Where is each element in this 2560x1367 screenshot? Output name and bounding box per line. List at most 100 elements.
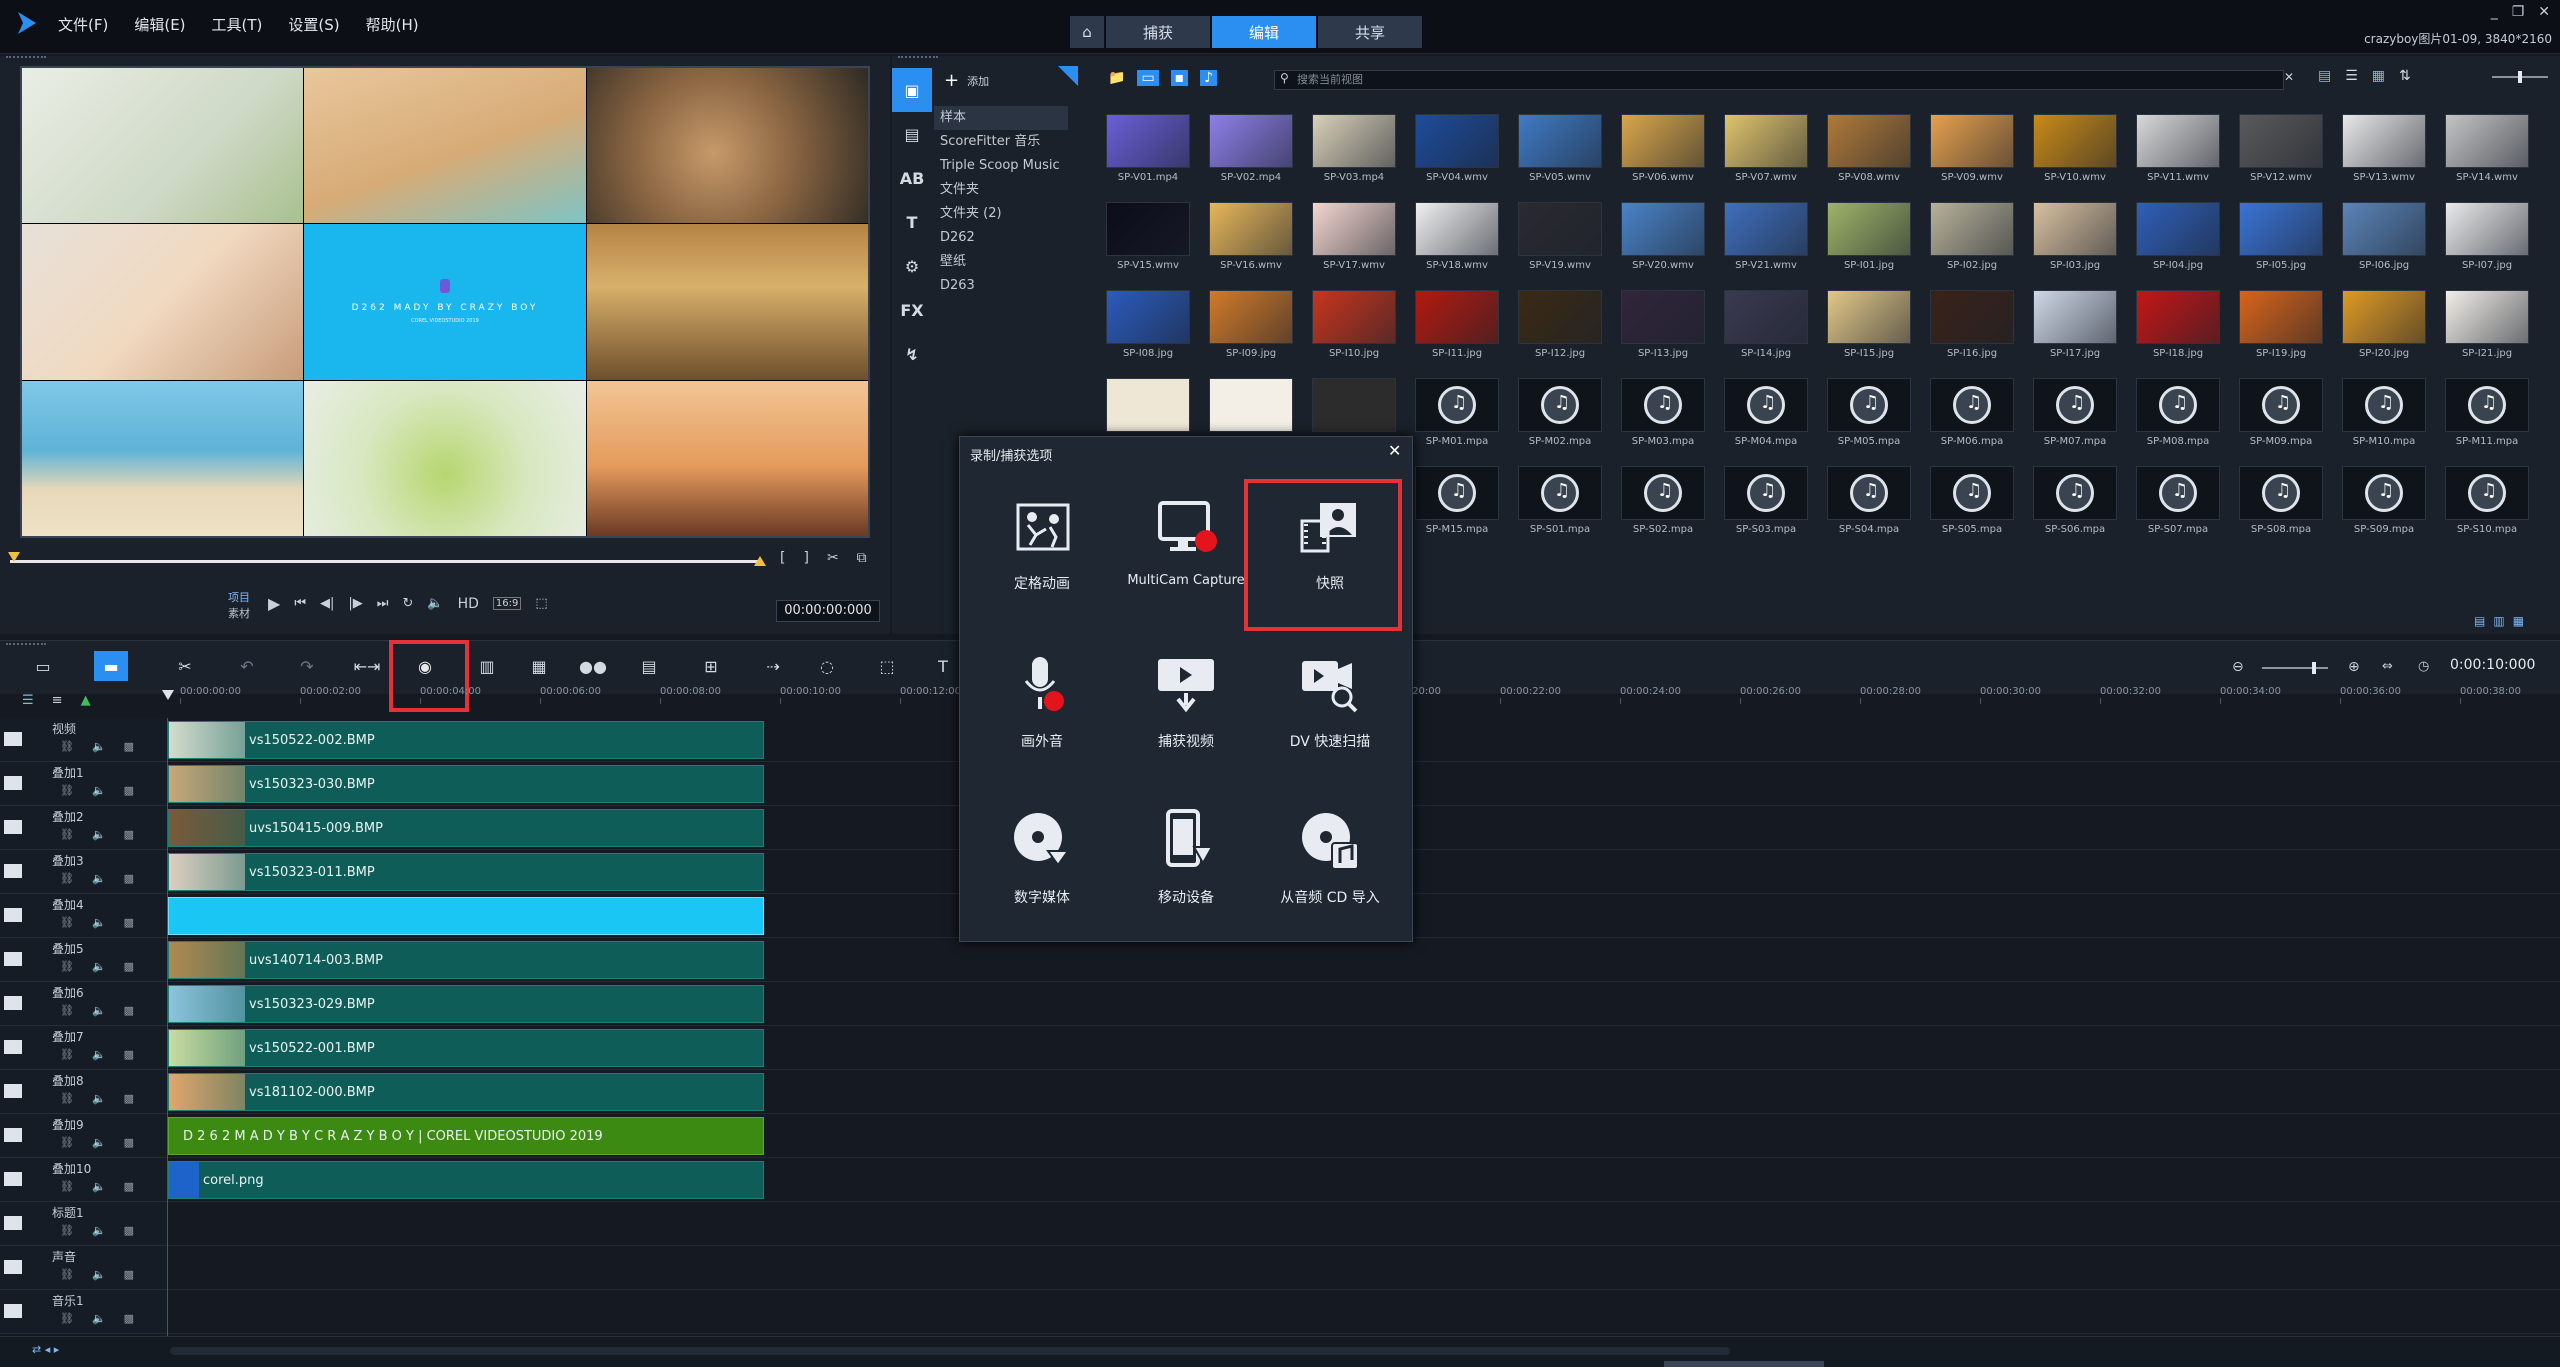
link-icon[interactable]: ⛓ (60, 740, 74, 753)
repeat-icon[interactable]: ↻ (403, 596, 414, 611)
media-thumbnail[interactable]: SP-M11.mpa (2439, 378, 2535, 460)
menu-help[interactable]: 帮助(H) (366, 14, 419, 35)
link-icon[interactable]: ⛓ (60, 1048, 74, 1061)
zoom-slider[interactable] (2262, 662, 2328, 674)
mute-icon[interactable]: 🔈 (92, 872, 106, 885)
track-lane[interactable]: vs150522-001.BMP (168, 1026, 2560, 1070)
link-icon[interactable]: ⛓ (60, 960, 74, 973)
link-icon[interactable]: ⛓ (60, 1268, 74, 1281)
details-view-icon[interactable]: ▦ (2372, 68, 2385, 84)
track-type-icon[interactable] (4, 864, 22, 878)
track-type-icon[interactable] (4, 952, 22, 966)
next-frame-icon[interactable]: |▶ (348, 596, 362, 611)
import-folder-icon[interactable]: 📁 (1108, 70, 1125, 86)
media-thumbnail[interactable]: SP-V10.wmv (2027, 114, 2123, 196)
media-thumbnail[interactable]: SP-M10.mpa (2336, 378, 2432, 460)
mute-icon[interactable]: 🔈 (92, 1312, 106, 1325)
ripple-icon[interactable]: ▩ (124, 872, 134, 885)
folder-item[interactable]: ScoreFitter 音乐 (934, 130, 1068, 154)
ripple-icon[interactable]: ▩ (124, 916, 134, 929)
mute-icon[interactable]: 🔈 (92, 740, 106, 753)
mute-icon[interactable]: 🔈 (92, 1224, 106, 1237)
digital-media-option[interactable]: 数字媒体 (972, 785, 1112, 935)
track-type-icon[interactable] (4, 776, 22, 790)
media-thumbnail[interactable]: SP-I18.jpg (2130, 290, 2226, 372)
track-header[interactable]: 叠加6 ⛓ 🔈 ▩ (0, 982, 168, 1026)
media-thumbnail[interactable]: SP-V08.wmv (1821, 114, 1917, 196)
media-thumbnail[interactable]: SP-V09.wmv (1924, 114, 2020, 196)
track-lane[interactable] (168, 1246, 2560, 1290)
track-header[interactable]: 叠加10 ⛓ 🔈 ▩ (0, 1158, 168, 1202)
ripple-icon[interactable]: ▩ (124, 1092, 134, 1105)
chapter-icon[interactable]: ≡ (52, 693, 63, 708)
ripple-icon[interactable]: ▩ (124, 960, 134, 973)
timeline-clip[interactable]: D 2 6 2 M A D Y B Y C R A Z Y B O Y | CO… (168, 1117, 764, 1155)
link-icon[interactable]: ⛓ (60, 916, 74, 929)
ripple-edit-icon[interactable]: ▲ (81, 693, 91, 708)
media-thumbnail[interactable]: SP-I08.jpg (1100, 290, 1196, 372)
dv-quick-scan-option[interactable]: DV 快速扫描 (1260, 629, 1400, 779)
media-thumbnail[interactable]: SP-S08.mpa (2233, 466, 2329, 548)
track-header[interactable]: 叠加1 ⛓ 🔈 ▩ (0, 762, 168, 806)
maximize-icon[interactable]: ❐ (2512, 4, 2525, 20)
track-header[interactable]: 标题1 ⛓ 🔈 ▩ (0, 1202, 168, 1246)
track-header[interactable]: 叠加3 ⛓ 🔈 ▩ (0, 850, 168, 894)
media-thumbnail[interactable] (1718, 554, 1814, 636)
filter-icon[interactable]: FX (892, 288, 932, 332)
media-thumbnail[interactable]: SP-I01.jpg (1821, 202, 1917, 284)
track-header[interactable]: 声音 ⛓ 🔈 ▩ (0, 1246, 168, 1290)
timecode-field[interactable]: 00:00:00:000 (776, 600, 880, 622)
ripple-icon[interactable]: ▩ (124, 828, 134, 841)
mute-icon[interactable]: 🔈 (92, 916, 106, 929)
thumbnail-view-icon[interactable]: ▤ (2318, 68, 2331, 84)
media-thumbnail[interactable]: SP-S06.mpa (2027, 466, 2123, 548)
link-icon[interactable]: ⛓ (60, 1004, 74, 1017)
media-thumbnail[interactable]: SP-V02.mp4 (1203, 114, 1299, 196)
track-type-icon[interactable] (4, 1260, 22, 1274)
pin-icon[interactable] (1058, 66, 1078, 86)
timeline-playhead[interactable] (162, 690, 174, 700)
tab-edit[interactable]: 编辑 (1212, 16, 1316, 48)
folder-item[interactable]: 样本 (934, 106, 1068, 130)
media-thumbnail[interactable]: SP-I06.jpg (2336, 202, 2432, 284)
track-header[interactable]: 叠加9 ⛓ 🔈 ▩ (0, 1114, 168, 1158)
timeline-scrollbar[interactable] (170, 1347, 1730, 1355)
add-icon[interactable]: + (944, 70, 959, 91)
media-thumbnail[interactable] (2027, 554, 2123, 636)
media-thumbnail[interactable]: SP-S10.mpa (2439, 466, 2535, 548)
track-lane[interactable]: vs181102-000.BMP (168, 1070, 2560, 1114)
link-icon[interactable]: ⛓ (60, 784, 74, 797)
search-input[interactable]: 搜索当前视图 (1274, 70, 2284, 90)
track-type-icon[interactable] (4, 1172, 22, 1186)
instant-project-icon[interactable]: ▤ (892, 112, 932, 156)
close-window-icon[interactable]: ✕ (2538, 4, 2550, 20)
zoom-in-icon[interactable]: ⊕ (2348, 659, 2360, 675)
track-header[interactable]: 叠加8 ⛓ 🔈 ▩ (0, 1070, 168, 1114)
media-thumbnail[interactable]: SP-I04.jpg (2130, 202, 2226, 284)
list-view-icon[interactable]: ☰ (2345, 68, 2358, 84)
storyboard-view-icon[interactable]: ▭ (26, 651, 60, 681)
link-icon[interactable]: ⛓ (60, 1092, 74, 1105)
media-thumbnail[interactable] (1409, 554, 1505, 636)
horizontal-scroll-thumb[interactable] (1664, 1361, 1824, 1367)
track-manager-icon[interactable]: ☰ (22, 693, 34, 708)
title-icon[interactable]: T (892, 200, 932, 244)
ripple-icon[interactable]: ▩ (124, 1312, 134, 1325)
folder-item[interactable]: D263 (934, 274, 1068, 298)
media-thumbnail[interactable]: SP-V14.wmv (2439, 114, 2535, 196)
subtitle-editor-icon[interactable]: ●● (576, 651, 610, 681)
media-thumbnail[interactable]: SP-V13.wmv (2336, 114, 2432, 196)
folder-item[interactable]: D262 (934, 226, 1068, 250)
mode-project[interactable]: 项目 (228, 590, 250, 606)
media-thumbnail[interactable]: SP-I05.jpg (2233, 202, 2329, 284)
media-thumbnail[interactable]: SP-M06.mpa (1924, 378, 2020, 460)
media-icon[interactable]: ▣ (892, 68, 932, 112)
mark-out-icon[interactable]: ] (803, 550, 808, 566)
prev-frame-icon[interactable]: ◀| (320, 596, 334, 611)
track-header[interactable]: 叠加4 ⛓ 🔈 ▩ (0, 894, 168, 938)
voiceover-option[interactable]: 画外音 (972, 629, 1112, 779)
media-thumbnail[interactable]: SP-V06.wmv (1615, 114, 1711, 196)
media-thumbnail[interactable]: SP-V11.wmv (2130, 114, 2226, 196)
multicam-capture-option[interactable]: MultiCam Capture (1116, 471, 1256, 621)
mobile-device-option[interactable]: 移动设备 (1116, 785, 1256, 935)
